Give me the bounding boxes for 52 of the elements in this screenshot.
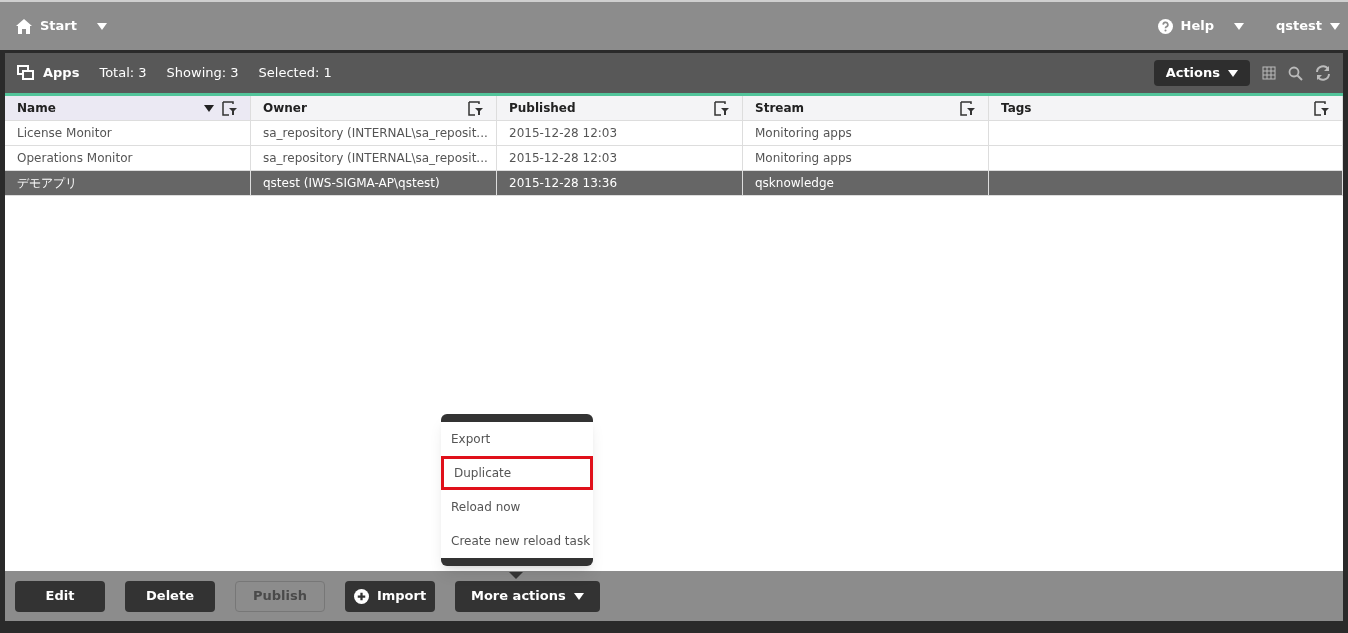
filter-icon[interactable] bbox=[714, 100, 730, 116]
table-cell-text: 2015-12-28 12:03 bbox=[509, 125, 618, 142]
table-cell-text: デモアプリ bbox=[17, 175, 77, 192]
table-cell-text: 2015-12-28 13:36 bbox=[509, 175, 618, 192]
table-cell-text: qstest (IWS-SIGMA-AP\qstest) bbox=[263, 175, 440, 192]
table-cell-text: sa_repository (INTERNAL\sa_reposit... bbox=[263, 125, 488, 142]
actions-button[interactable]: Actions bbox=[1153, 60, 1250, 86]
showing-count: Showing: 3 bbox=[166, 64, 239, 83]
table-cell-text: Monitoring apps bbox=[755, 150, 852, 167]
column-header[interactable]: Stream bbox=[743, 96, 989, 120]
table-cell-text: 2015-12-28 12:03 bbox=[509, 150, 618, 167]
column-header[interactable]: Name bbox=[5, 96, 251, 120]
total-count: Total: 3 bbox=[99, 64, 147, 83]
plus-circle-icon bbox=[353, 588, 369, 604]
action-button[interactable]: Delete bbox=[125, 580, 215, 612]
table-cell-text: Operations Monitor bbox=[17, 150, 133, 167]
filter-icon[interactable] bbox=[222, 100, 238, 116]
menu-pointer-icon bbox=[509, 572, 523, 579]
caret-icon bbox=[1233, 22, 1244, 30]
more-actions-button[interactable]: More actions bbox=[455, 580, 600, 612]
menu-item[interactable]: Export bbox=[441, 422, 593, 456]
filter-icon[interactable] bbox=[468, 100, 484, 116]
table-cell-text: Monitoring apps bbox=[755, 125, 852, 142]
caret-icon bbox=[97, 22, 107, 30]
search-icon[interactable] bbox=[1288, 65, 1303, 81]
table-row[interactable]: デモアプリ qstest (IWS-SIGMA-AP\qstest) 2015-12-28 13:36 qsknowledge bbox=[5, 171, 1343, 196]
import-button[interactable]: Import bbox=[345, 580, 435, 612]
table-cell-text: License Monitor bbox=[17, 125, 112, 142]
panel-title: Apps bbox=[43, 64, 80, 83]
caret-icon bbox=[573, 592, 584, 600]
table-view-icon[interactable] bbox=[1262, 66, 1276, 80]
column-header[interactable]: Tags bbox=[989, 96, 1343, 120]
table-row[interactable]: License Monitor sa_repository (INTERNAL\sa_reposit... 2015-12-28 12:03 Monitoring apps bbox=[5, 121, 1343, 146]
caret-icon bbox=[1228, 69, 1238, 77]
menu-item[interactable]: Reload now bbox=[441, 490, 593, 524]
filter-icon[interactable] bbox=[1314, 100, 1330, 116]
column-header[interactable]: Owner bbox=[251, 96, 497, 120]
column-header[interactable]: Published bbox=[497, 96, 743, 120]
apps-icon bbox=[17, 65, 35, 81]
home-icon bbox=[16, 18, 32, 34]
table-cell-text: sa_repository (INTERNAL\sa_reposit... bbox=[263, 150, 488, 167]
help-icon bbox=[1157, 18, 1173, 34]
table-cell-text: qsknowledge bbox=[755, 175, 834, 192]
caret-icon bbox=[1330, 22, 1340, 30]
selected-count: Selected: 1 bbox=[258, 64, 332, 83]
refresh-icon[interactable] bbox=[1315, 65, 1331, 81]
table-row[interactable]: Operations Monitor sa_repository (INTERNAL\sa_reposit... 2015-12-28 12:03 Monitoring apps bbox=[5, 146, 1343, 171]
action-button[interactable]: Edit bbox=[15, 580, 105, 612]
menu-item[interactable]: Duplicate bbox=[441, 456, 593, 490]
menu-item[interactable]: Create new reload task bbox=[441, 524, 593, 558]
caret-icon bbox=[204, 104, 214, 112]
filter-icon[interactable] bbox=[960, 100, 976, 116]
